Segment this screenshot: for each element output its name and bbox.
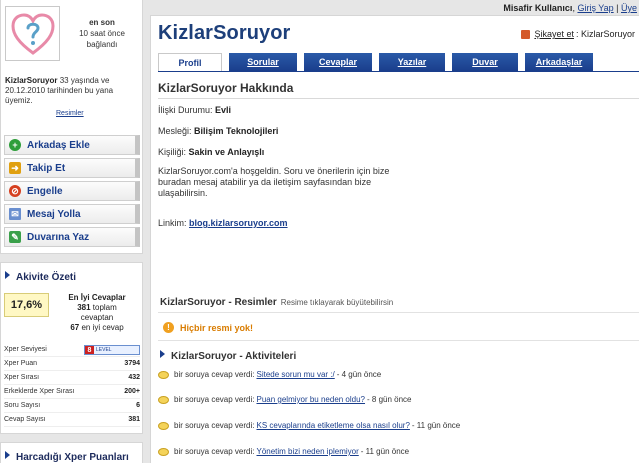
avatar[interactable] [5, 6, 60, 61]
activity-item: bir soruya cevap verdi: Puan gelmiyor bu… [158, 395, 412, 404]
block-icon: ⊘ [9, 185, 21, 197]
stat-row: Xper Puan 3794 [4, 357, 140, 371]
welcome-text: KizlarSoruyor.com'a hoşgeldin. Soru ve ö… [158, 166, 390, 198]
send-message-button[interactable]: ✉ Mesaj Yolla [4, 204, 140, 224]
profile-card: en son 10 saat önce bağlandı KizlarSoruy… [0, 0, 143, 254]
heart-question-icon [10, 12, 55, 55]
tab-questions[interactable]: Sorular [229, 53, 297, 71]
report-link[interactable]: Şikayet et [534, 29, 574, 39]
wall-write-icon: ✎ [9, 231, 21, 243]
activity-link[interactable]: Sitede sorun mu var :/ [256, 370, 334, 379]
block-button[interactable]: ⊘ Engelle [4, 181, 140, 201]
report-area: Şikayet et: KizlarSoruyor [521, 29, 635, 39]
envelope-icon: ✉ [9, 208, 21, 220]
stat-row: Xper Seviyesi 8 LEVEL [4, 343, 140, 357]
tab-underline [158, 71, 639, 72]
photos-hint: Resime tıklayarak büyütebilirsin [280, 298, 394, 307]
register-link[interactable]: Üye [621, 3, 637, 13]
activity-link[interactable]: Puan gelmiyor bu neden oldu? [256, 395, 365, 404]
tab-wall[interactable]: Duvar [452, 53, 518, 71]
no-photo-notice: ! Hiçbir resmi yok! [163, 322, 253, 333]
profile-username: KizlarSoruyor [5, 76, 58, 85]
tab-profile[interactable]: Profil [158, 53, 222, 71]
activity-link[interactable]: Yönetim bizi neden iplemiyor [256, 447, 358, 456]
activity-item: bir soruya cevap verdi: Sitede sorun mu … [158, 370, 381, 379]
xper-spent-card: Harcadığı Xper Puanları [0, 442, 143, 463]
profile-bio: KizlarSoruyor 33 yaşında ve 20.12.2010 t… [5, 76, 114, 105]
left-column: en son 10 saat önce bağlandı KizlarSoruy… [0, 0, 143, 463]
profile-actions: + Arkadaş Ekle ➜ Takip Et ⊘ Engelle ✉ Me… [4, 135, 140, 250]
stat-row: Erkeklerde Xper Sırası 200+ [4, 385, 140, 399]
speech-bubble-icon [158, 447, 169, 456]
page-title: KizlarSoruyor [158, 22, 291, 44]
speech-bubble-icon [158, 421, 169, 430]
follow-button[interactable]: ➜ Takip Et [4, 158, 140, 178]
triangle-right-icon [5, 271, 10, 279]
xper-spent-title[interactable]: Harcadığı Xper Puanları [5, 451, 129, 463]
best-answers-summary: En İyi Cevaplar 381 toplam cevaptan 67 e… [68, 293, 126, 332]
activities-section-title: KizlarSoruyor - Aktiviteleri [160, 350, 296, 362]
stat-row: Soru Sayısı 6 [4, 399, 140, 413]
about-title: KizlarSoruyor Hakkında [158, 81, 294, 95]
best-answer-percentage: 17,6% [4, 293, 49, 317]
triangle-right-icon [160, 350, 165, 358]
relationship-row: İlişki Durumu: Evli [158, 105, 232, 115]
photos-section-title: KizlarSoruyor - Resimler Resime tıklayara… [160, 297, 394, 308]
triangle-right-icon [5, 451, 10, 459]
activity-summary-title: Akivite Özeti [5, 271, 76, 283]
login-link[interactable]: Giriş Yap [577, 3, 613, 13]
personal-link[interactable]: blog.kizlarsoruyor.com [189, 218, 288, 228]
level-badge: 8 LEVEL [84, 345, 140, 355]
guest-label: Misafir Kullanıcı [503, 3, 573, 13]
divider [158, 312, 639, 313]
add-friend-button[interactable]: + Arkadaş Ekle [4, 135, 140, 155]
job-row: Mesleği: Bilişim Teknolojileri [158, 126, 279, 136]
stat-row: Xper Sırası 432 [4, 371, 140, 385]
personality-row: Kişiliği: Sakin ve Anlayışlı [158, 147, 265, 157]
activity-item: bir soruya cevap verdi: KS cevaplarında … [158, 421, 460, 430]
tab-answers[interactable]: Cevaplar [304, 53, 372, 71]
top-user-bar: Misafir Kullanıcı, Giriş Yap | Üye [503, 3, 637, 13]
divider [158, 340, 639, 341]
write-wall-button[interactable]: ✎ Duvarına Yaz [4, 227, 140, 247]
stat-row: Cevap Sayısı 381 [4, 413, 140, 427]
activity-link[interactable]: KS cevaplarında etiketleme olsa nasıl ol… [256, 421, 409, 430]
stats-list: Xper Seviyesi 8 LEVEL Xper Puan 3794 Xper… [4, 343, 140, 427]
activity-item: bir soruya cevap verdi: Yönetim bizi ned… [158, 447, 409, 456]
follow-icon: ➜ [9, 162, 21, 174]
plus-icon: + [9, 139, 21, 151]
activity-summary-card: Akivite Özeti 17,6% En İyi Cevaplar 381 … [0, 262, 143, 434]
speech-bubble-icon [158, 395, 169, 404]
divider [158, 98, 639, 99]
last-seen: en son 10 saat önce bağlandı [79, 18, 125, 49]
main-panel: KizlarSoruyor Şikayet et: KizlarSoruyor … [150, 15, 639, 463]
flag-icon [521, 29, 531, 39]
tab-posts[interactable]: Yazılar [379, 53, 445, 71]
warning-icon: ! [163, 322, 174, 333]
personal-link-row: Linkim: blog.kizlarsoruyor.com [158, 218, 288, 228]
tab-friends[interactable]: Arkadaşlar [525, 53, 593, 71]
photos-link[interactable]: Resimler [56, 110, 84, 117]
speech-bubble-icon [158, 370, 169, 379]
profile-tabs: Profil Sorular Cevaplar Yazılar Duvar Ar… [158, 53, 600, 71]
